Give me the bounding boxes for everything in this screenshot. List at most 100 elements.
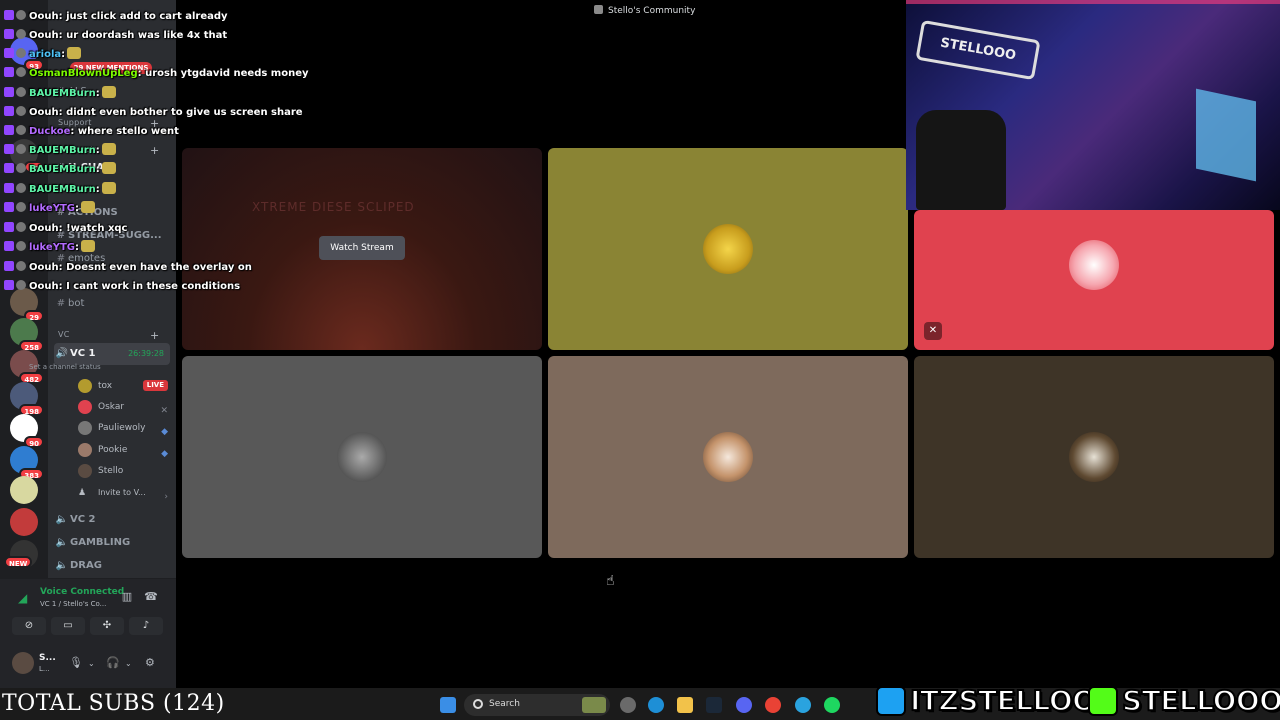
voice-user[interactable]: Stello (72, 461, 172, 481)
chat-text: : where stello went (70, 126, 179, 137)
chat-username: Oouh (29, 30, 59, 41)
participant-tile[interactable]: ✕ (914, 210, 1274, 350)
avatar (703, 432, 753, 482)
chat-username: Oouh (29, 223, 59, 234)
chat-text: : (74, 203, 79, 214)
voice-connected-subtitle[interactable]: VC 1 / Stello's Co... (40, 600, 106, 608)
voice-channel[interactable]: 🔈 VC 2 (54, 509, 170, 531)
disconnect-icon[interactable]: ☎ (141, 589, 161, 605)
speaker-icon: 🔊 (55, 348, 69, 359)
stream-background-text: XTREME DIESE SCLIPED (252, 200, 415, 214)
voice-channel[interactable]: 🔈 GAMBLING (54, 532, 170, 554)
monitor (1196, 88, 1256, 182)
new-badge: NEW (4, 556, 33, 568)
chat-message: Duckoe: where stello went (4, 122, 179, 141)
participant-tile[interactable] (548, 356, 908, 558)
server-icon[interactable]: 383 (10, 446, 44, 480)
chat-avatar (16, 29, 26, 39)
soundboard-button[interactable]: ♪ (129, 617, 163, 635)
voice-user[interactable]: tox LIVE (72, 376, 172, 396)
muted-mic-icon: ✕ (924, 322, 942, 340)
live-badge: LIVE (142, 380, 168, 391)
username[interactable]: S... (39, 653, 56, 663)
chat-message: ariola: (4, 45, 82, 64)
channel-status-hint[interactable]: Set a channel status (29, 363, 101, 371)
voice-user[interactable]: Pauliewoly ◆ (72, 418, 172, 438)
voice-channel-active[interactable]: 🔊 VC 1 26:39:28 (54, 343, 170, 365)
telegram-icon[interactable] (795, 697, 811, 713)
server-icon[interactable] (10, 508, 38, 536)
copilot-icon[interactable] (620, 697, 636, 713)
chat-username: Oouh (29, 262, 59, 273)
avatar (78, 443, 92, 457)
voice-channel[interactable]: 🔈 DRAG (54, 555, 170, 577)
chat-message: BAUEMBurn: (4, 141, 116, 160)
server-icon[interactable]: NEW (4, 540, 38, 568)
voice-user[interactable]: Pookie ◆ (72, 440, 172, 460)
add-icon[interactable]: + (150, 144, 160, 157)
twitch-icon (4, 87, 14, 97)
chat-text: : (74, 242, 79, 253)
chat-text: : didnt even bother to give us screen sh… (58, 107, 303, 118)
camera-off-button[interactable]: ⊘ (12, 617, 46, 635)
chrome-icon[interactable] (765, 697, 781, 713)
search-icon (473, 699, 483, 709)
participant-tile[interactable] (914, 356, 1274, 558)
chat-avatar (16, 87, 26, 97)
twitch-icon (4, 241, 14, 251)
chat-text: : (95, 88, 100, 99)
chat-username: ariola (29, 49, 62, 60)
invite-to-voice[interactable]: ♟ Invite to V... › (72, 483, 172, 503)
avatar (337, 432, 387, 482)
speaker-icon: 🔈 (55, 514, 69, 525)
chat-username: Duckoe (29, 126, 71, 137)
chat-emote (80, 201, 95, 213)
chat-avatar (16, 202, 26, 212)
steam-icon[interactable] (706, 697, 722, 713)
server-icon[interactable]: 258 (10, 318, 44, 352)
file-explorer-icon[interactable] (677, 697, 693, 713)
add-icon[interactable]: + (150, 329, 160, 342)
voice-connected-title[interactable]: Voice Connected (40, 587, 124, 597)
participant-tile[interactable] (548, 148, 908, 350)
edge-icon[interactable] (648, 697, 664, 713)
stream-tile[interactable]: XTREME DIESE SCLIPED Watch Stream (182, 148, 542, 350)
chat-avatar (16, 106, 26, 116)
screen-share-button[interactable]: ▭ (51, 617, 85, 635)
gaming-chair (916, 110, 1006, 210)
chat-message: Oouh: ur doordash was like 4x that (4, 26, 227, 45)
category-vc[interactable]: VC + (58, 329, 159, 342)
signal-icon[interactable]: ◢ (18, 591, 27, 605)
twitch-icon (4, 125, 14, 135)
settings-gear-icon[interactable]: ⚙ (145, 656, 155, 669)
windows-start-icon[interactable] (440, 697, 456, 713)
discord-logo-icon (1069, 240, 1119, 290)
watch-stream-button[interactable]: Watch Stream (319, 236, 405, 260)
chat-message: Oouh: Doesnt even have the overlay on (4, 258, 252, 277)
participant-tile[interactable] (182, 356, 542, 558)
chevron-down-icon[interactable]: ⌄ (125, 659, 132, 668)
microphone-icon[interactable]: 🎙 (69, 656, 83, 669)
chevron-down-icon[interactable]: ⌄ (88, 659, 95, 668)
chat-text: : (61, 49, 66, 60)
search-label: Search (489, 699, 520, 709)
chat-username: lukeYTG (29, 242, 75, 253)
chat-username: BAUEMBurn (29, 164, 96, 175)
voice-user[interactable]: Oskar ✕ (72, 397, 172, 417)
spotify-icon[interactable] (824, 697, 840, 713)
chat-text: : I cant work in these conditions (58, 281, 241, 292)
server-icon (594, 5, 603, 14)
server-icon[interactable] (10, 476, 38, 504)
server-icon[interactable]: 198 (10, 382, 44, 416)
server-icon[interactable]: 90 (10, 414, 44, 448)
twitch-icon (4, 29, 14, 39)
noise-suppression-icon[interactable]: ▥ (117, 589, 137, 605)
headphones-icon[interactable]: 🎧 (106, 656, 120, 669)
activities-button[interactable]: ✣ (90, 617, 124, 635)
chat-username: BAUEMBurn (29, 88, 96, 99)
user-status: L... (39, 665, 50, 673)
chevron-right-icon: › (164, 492, 168, 502)
avatar[interactable] (12, 652, 34, 674)
channel-item[interactable]: # bot (54, 294, 172, 314)
discord-icon[interactable] (736, 697, 752, 713)
